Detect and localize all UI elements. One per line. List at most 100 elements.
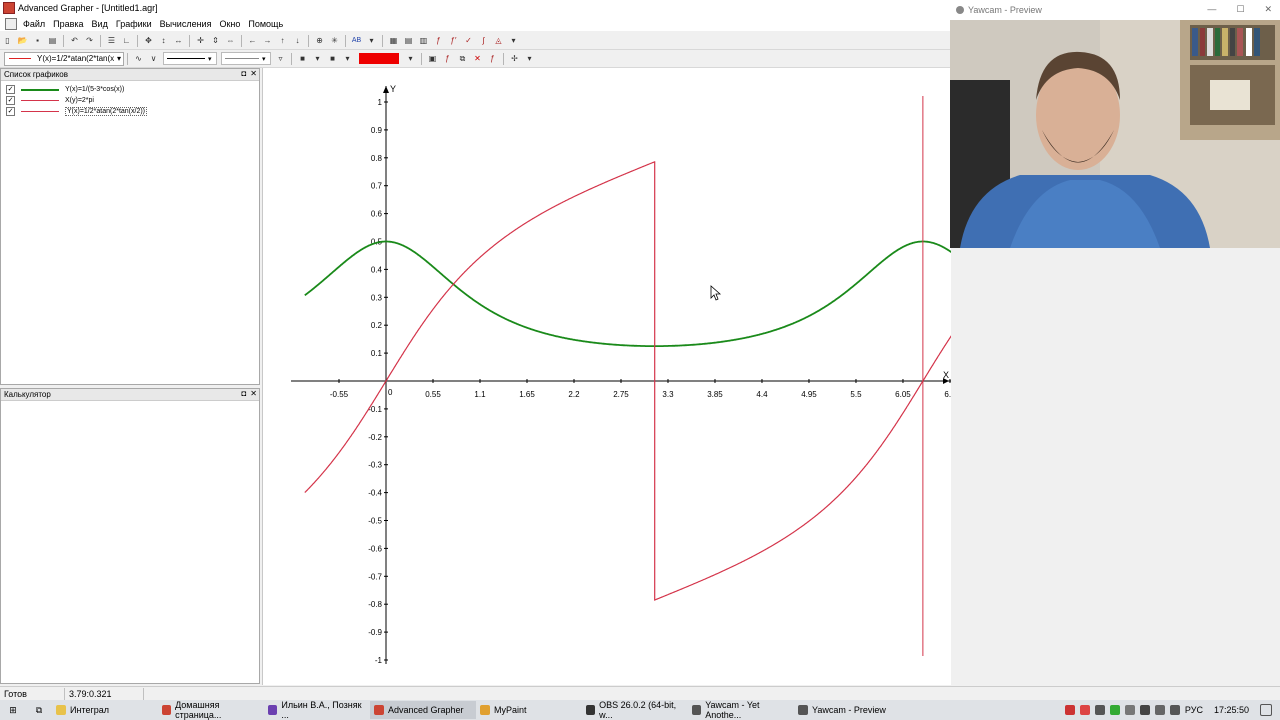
marker-icon[interactable]: ▿	[275, 53, 286, 64]
crosshair-icon[interactable]: ⊕	[314, 35, 325, 46]
print-icon[interactable]: ▤	[47, 35, 58, 46]
microphone-icon[interactable]	[1139, 705, 1150, 715]
start-icon[interactable]: ⊞	[0, 701, 26, 719]
graph-list-item[interactable]: ✓ X(y)=2*pi	[1, 95, 259, 106]
dropdown-chevron-icon[interactable]: ▾	[342, 53, 353, 64]
line-width-dropdown[interactable]: ▾	[221, 52, 271, 65]
fill-square-icon[interactable]: ■	[297, 53, 308, 64]
graph-properties-icon[interactable]: ▣	[427, 53, 438, 64]
task-view-icon[interactable]: ⧉	[26, 701, 52, 719]
taskbar-item-active[interactable]: Advanced Grapher	[370, 701, 476, 719]
magic-icon[interactable]: ✢	[509, 53, 520, 64]
taskbar-item[interactable]: Yawcam - Yet Anothe...	[688, 700, 794, 720]
stretch-vertical-icon[interactable]: ↕	[158, 35, 169, 46]
checkbox[interactable]: ✓	[6, 107, 15, 116]
graph-list-item[interactable]: ✓ Y(x)=1/(5-3*cos(x))	[1, 84, 259, 95]
tray-app-icon[interactable]	[1109, 705, 1120, 715]
redo-icon[interactable]: ↷	[84, 35, 95, 46]
checkbox[interactable]: ✓	[6, 96, 15, 105]
integral-icon[interactable]: ∫	[478, 35, 489, 46]
axes-icon[interactable]: ∟	[121, 35, 132, 46]
taskbar-item-label: Yawcam - Preview	[812, 705, 886, 715]
menu-edit[interactable]: Правка	[49, 19, 87, 29]
dropdown-chevron-icon[interactable]: ▾	[312, 53, 323, 64]
new-file-icon[interactable]: ▯	[2, 35, 13, 46]
derivative-icon[interactable]: ƒ	[433, 35, 444, 46]
function-icon[interactable]: ƒ	[487, 53, 498, 64]
zoom-vertical-icon[interactable]: ⇕	[210, 35, 221, 46]
webcam-preview-window[interactable]: Yawcam - Preview — ☐ ✕	[950, 0, 1280, 248]
graph-list: ✓ Y(x)=1/(5-3*cos(x)) ✓ X(y)=2*pi ✓ Y(x)…	[1, 81, 259, 117]
add-graph-icon[interactable]: ƒ	[442, 53, 453, 64]
table-icon[interactable]: ▦	[388, 35, 399, 46]
close-icon[interactable]: ✕	[250, 389, 257, 398]
zoom-horizontal-icon[interactable]: ⇔	[225, 35, 236, 46]
taskbar-item[interactable]: Ильин В.А., Позняк ...	[264, 700, 370, 720]
taskbar-item[interactable]: OBS 26.0.2 (64-bit, w...	[582, 700, 688, 720]
stretch-horizontal-icon[interactable]: ↔	[173, 35, 184, 46]
menu-window[interactable]: Окно	[215, 19, 244, 29]
taskbar-item[interactable]: Yawcam - Preview	[794, 701, 900, 719]
dropdown-chevron-icon[interactable]: ▾	[366, 35, 377, 46]
dropdown-chevron-icon[interactable]: ▾	[508, 35, 519, 46]
sheet-icon[interactable]: ▥	[418, 35, 429, 46]
maximize-icon[interactable]: ☐	[1236, 4, 1244, 15]
dropdown-chevron-icon[interactable]: ▾	[405, 53, 416, 64]
language-indicator[interactable]: РУС	[1185, 705, 1203, 715]
arrow-right-icon[interactable]: →	[262, 35, 273, 46]
minimize-icon[interactable]: —	[1207, 4, 1216, 15]
trace-icon[interactable]: ✳	[329, 35, 340, 46]
open-file-icon[interactable]: 📂	[17, 35, 28, 46]
derivative-prime-icon[interactable]: ƒ′	[448, 35, 459, 46]
undo-icon[interactable]: ↶	[69, 35, 80, 46]
checkbox[interactable]: ✓	[6, 85, 15, 94]
tray-app-icon[interactable]	[1064, 705, 1075, 715]
text-icon[interactable]: AB	[351, 35, 362, 46]
curve-icon[interactable]: ∿	[133, 53, 144, 64]
zoom-in-icon[interactable]: ✛	[195, 35, 206, 46]
close-icon[interactable]: ✕	[250, 69, 257, 78]
network-icon[interactable]	[1124, 705, 1135, 715]
tray-app-icon[interactable]	[1094, 705, 1105, 715]
document-icon[interactable]	[5, 17, 17, 30]
color-swatch[interactable]	[359, 53, 399, 64]
table2-icon[interactable]: ▤	[403, 35, 414, 46]
delete-graph-icon[interactable]: ✕	[472, 53, 483, 64]
tangent-icon[interactable]: ✓	[463, 35, 474, 46]
line-width-preview	[225, 58, 259, 59]
fill-square-alt-icon[interactable]: ■	[327, 53, 338, 64]
save-icon[interactable]: ▪	[32, 35, 43, 46]
clock[interactable]: 17:25:50	[1214, 705, 1249, 715]
plot-area[interactable]: -0.55 0.55 1.1 1.65 2.2 2.75 3.3 3.85 4.4 4.95 5.5…	[262, 68, 951, 685]
close-icon[interactable]: ✕	[1264, 4, 1272, 15]
move-icon[interactable]: ✥	[143, 35, 154, 46]
menu-file[interactable]: Файл	[19, 19, 49, 29]
speaker-icon[interactable]	[1169, 705, 1180, 715]
menu-view[interactable]: Вид	[88, 19, 112, 29]
line-style-dropdown[interactable]: ▾	[163, 52, 217, 65]
plot-canvas[interactable]: -0.55 0.55 1.1 1.65 2.2 2.75 3.3 3.85 4.4 4.95 5.5…	[263, 68, 951, 685]
menu-help[interactable]: Помощь	[244, 19, 287, 29]
copy-graph-icon[interactable]: ⧉	[457, 53, 468, 64]
area-icon[interactable]: ◬	[493, 35, 504, 46]
taskbar-item[interactable]: Домашняя страница...	[158, 700, 264, 720]
arrow-up-icon[interactable]: ↑	[277, 35, 288, 46]
grid-icon[interactable]: ☰	[106, 35, 117, 46]
vertex-icon[interactable]: ∨	[148, 53, 159, 64]
graph-list-item-selected[interactable]: ✓ Y(x)=1/2*atan(2*tan(x/2))	[1, 106, 259, 117]
document-viewer-icon	[268, 705, 278, 715]
arrow-down-icon[interactable]: ↓	[292, 35, 303, 46]
y-tick-label: 0.8	[371, 154, 383, 163]
menu-graphs[interactable]: Графики	[112, 19, 156, 29]
battery-icon[interactable]	[1154, 705, 1165, 715]
dropdown-chevron-icon[interactable]: ▾	[524, 53, 535, 64]
restore-icon[interactable]: ◘	[241, 389, 246, 398]
tray-app-icon[interactable]	[1079, 705, 1090, 715]
restore-icon[interactable]: ◘	[241, 69, 246, 78]
menu-calculations[interactable]: Вычисления	[156, 19, 216, 29]
arrow-left-icon[interactable]: ←	[247, 35, 258, 46]
taskbar-item[interactable]: MyPaint	[476, 701, 582, 719]
taskbar-item[interactable]: Интеграл	[52, 701, 158, 719]
graph-selector[interactable]: Y(x)=1/2*atan(2*tan(x ▾	[4, 51, 124, 66]
notifications-icon[interactable]	[1260, 704, 1272, 716]
